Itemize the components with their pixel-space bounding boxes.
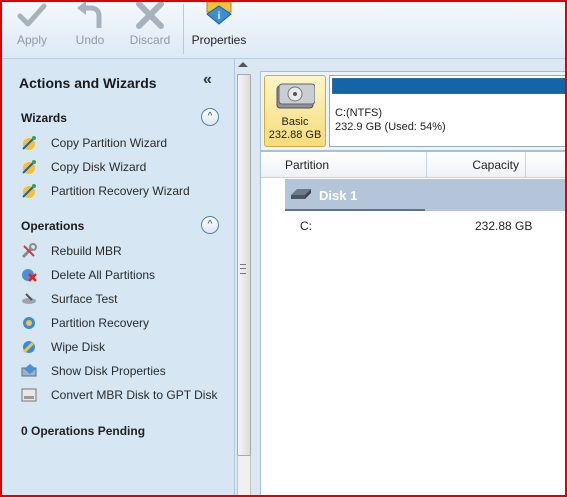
column-header-empty	[526, 152, 565, 178]
sidebar-item-label: Wipe Disk	[51, 340, 106, 354]
wizard-wand-icon	[22, 136, 36, 150]
partition-name: C:(NTFS)	[335, 107, 383, 119]
toolbar: Apply Undo Discard i Properties	[2, 2, 565, 59]
operations-pending-status: 0 Operations Pending	[21, 424, 146, 438]
discard-x-icon	[136, 2, 164, 29]
main-panel: Basic 232.88 GB C:(NTFS) 232.9 GB (Used:…	[257, 59, 565, 495]
operations-heading: Operations	[21, 219, 85, 233]
checkmark-icon	[17, 3, 47, 27]
column-header-label: Partition	[285, 158, 330, 172]
splitter-grip-icon[interactable]	[240, 264, 246, 274]
partition-block-c[interactable]: C:(NTFS) 232.9 GB (Used: 54%)	[329, 75, 565, 147]
sidebar-item-label: Surface Test	[51, 292, 118, 306]
wipe-disk-icon	[22, 341, 35, 354]
actions-sidebar: Actions and Wizards « Wizards ^ Copy Par…	[2, 59, 235, 495]
disk-label: Disk 1	[319, 188, 358, 203]
svg-text:i: i	[218, 11, 221, 22]
disk-row[interactable]: Disk 1	[285, 179, 565, 211]
discard-button[interactable]: Discard	[120, 2, 180, 58]
disk-drive-icon	[291, 189, 311, 199]
column-header-label: Capacity	[472, 158, 519, 172]
column-header-capacity[interactable]: Capacity	[427, 152, 526, 178]
scroll-up-arrow-icon[interactable]	[238, 62, 248, 67]
undo-arrow-icon	[77, 2, 102, 28]
partition-info: 232.9 GB (Used: 54%)	[335, 121, 446, 133]
apply-button[interactable]: Apply	[2, 2, 62, 58]
properties-label: Properties	[191, 33, 247, 47]
wizard-wand-icon	[22, 160, 36, 174]
wizard-wand-icon	[22, 184, 36, 198]
properties-button[interactable]: i Properties	[189, 2, 249, 58]
sidebar-item-label: Show Disk Properties	[51, 364, 166, 378]
partition-table: Partition Capacity Disk 1 C: 232.88 GB	[260, 151, 565, 495]
properties-icon: i	[206, 2, 232, 25]
undo-button[interactable]: Undo	[60, 2, 120, 58]
surface-test-icon	[22, 293, 36, 304]
apply-label: Apply	[16, 33, 48, 47]
table-cell-partition[interactable]: C:	[300, 219, 312, 233]
undo-label: Undo	[75, 33, 105, 47]
disk-type: Basic	[281, 116, 309, 128]
disk-properties-icon	[21, 364, 37, 377]
disk-map: Basic 232.88 GB C:(NTFS) 232.9 GB (Used:…	[260, 71, 565, 151]
sidebar-item-label: Delete All Partitions	[51, 268, 156, 282]
disk-card[interactable]: Basic 232.88 GB	[264, 75, 326, 147]
toolbar-separator	[183, 4, 184, 54]
sidebar-item-label: Rebuild MBR	[51, 244, 122, 258]
column-header-partition[interactable]: Partition	[261, 152, 427, 178]
wrench-icon	[21, 243, 37, 259]
disk-row-underline	[285, 209, 425, 211]
partition-usage-bar	[332, 78, 565, 94]
hard-disk-icon	[276, 83, 315, 109]
operations-toggle-icon[interactable]: ^	[201, 216, 219, 234]
wizards-toggle-icon[interactable]: ^	[201, 108, 219, 126]
gpt-convert-icon	[21, 388, 37, 402]
sidebar-item-label: Partition Recovery Wizard	[51, 184, 190, 198]
partition-recovery-icon	[23, 317, 35, 329]
sidebar-item-label: Copy Partition Wizard	[51, 136, 168, 150]
delete-partitions-icon	[22, 269, 37, 282]
wizards-heading: Wizards	[21, 111, 67, 125]
table-cell-capacity[interactable]: 232.88 GB	[475, 219, 532, 233]
sidebar-item-label: Copy Disk Wizard	[51, 160, 147, 174]
disk-size: 232.88 GB	[268, 129, 322, 141]
sidebar-item-label: Partition Recovery	[51, 316, 150, 330]
partition-usage-fill	[333, 79, 565, 93]
sidebar-item-label: Convert MBR Disk to GPT Disk	[51, 388, 218, 402]
discard-label: Discard	[129, 33, 171, 47]
panel-splitter[interactable]	[235, 59, 257, 495]
collapse-sidebar-icon[interactable]: «	[203, 71, 212, 89]
sidebar-title: Actions and Wizards	[19, 75, 157, 91]
app-window: Apply Undo Discard i Properties Actions …	[0, 0, 567, 497]
